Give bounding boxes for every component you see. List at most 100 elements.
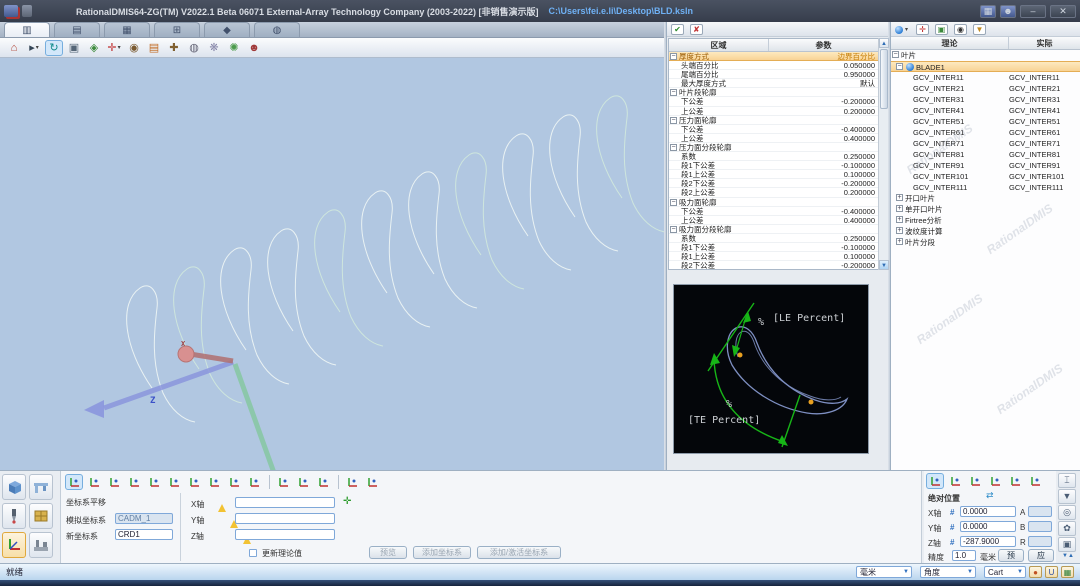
collapse-icon[interactable]: − xyxy=(896,63,903,70)
param-value[interactable]: 0.400000 xyxy=(769,134,878,142)
collapse-icon[interactable]: − xyxy=(670,226,677,233)
axes-icon[interactable]: ✛ xyxy=(916,24,929,35)
sphere-icon[interactable] xyxy=(895,26,903,34)
tree-node-section[interactable]: GCV_INTER31GCV_INTER31 xyxy=(891,94,1080,105)
sim-csys-input[interactable] xyxy=(115,513,173,524)
csys-tool-5[interactable] xyxy=(145,474,163,490)
cube-icon[interactable] xyxy=(2,474,26,500)
param-row[interactable]: 系数0.250000 xyxy=(669,234,878,243)
3d-viewport[interactable]: Z Y X xyxy=(0,58,664,470)
caliper-icon[interactable]: ⌶ xyxy=(1058,473,1076,488)
param-row[interactable]: −压力面分段轮廓 xyxy=(669,143,878,152)
unit-dropdown[interactable]: 毫米▼ xyxy=(856,566,912,578)
tree-node-section[interactable]: GCV_INTER111GCV_INTER111 xyxy=(891,182,1080,193)
probe-icon[interactable]: ▼ xyxy=(1058,489,1076,504)
eye-icon[interactable]: ◉ xyxy=(125,40,143,56)
preview-button[interactable]: 预览 xyxy=(369,546,407,559)
coordinate-mode-dropdown[interactable]: Cart▼ xyxy=(984,566,1026,578)
palette-icon[interactable]: ▤ xyxy=(145,40,163,56)
param-row[interactable]: −吸力面分段轮廓 xyxy=(669,225,878,234)
tab-document[interactable]: ▤ xyxy=(54,22,100,37)
param-value[interactable]: -0.200000 xyxy=(769,179,878,187)
param-value[interactable]: 0.100000 xyxy=(769,170,878,178)
pos-b-input[interactable] xyxy=(1028,521,1052,532)
grid-icon[interactable]: # xyxy=(950,538,954,547)
scroll-down-button[interactable]: ▼ xyxy=(879,260,889,270)
column-theory[interactable]: 理论 xyxy=(891,37,1009,49)
csys-tool-14[interactable] xyxy=(343,474,361,490)
refresh-icon[interactable]: ↻ xyxy=(45,40,63,56)
tree-node-section[interactable]: GCV_INTER21GCV_INTER21 xyxy=(891,83,1080,94)
param-row[interactable]: 头端百分比0.050000 xyxy=(669,61,878,70)
csys-tool-6[interactable] xyxy=(165,474,183,490)
param-value[interactable] xyxy=(769,225,878,233)
image-icon[interactable]: ▣ xyxy=(935,24,948,35)
cursor-icon[interactable]: ▸▾ xyxy=(25,40,43,56)
csys-tool-7[interactable] xyxy=(185,474,203,490)
collapse-icon[interactable]: + xyxy=(896,205,903,212)
csys-tool-1[interactable] xyxy=(65,474,83,490)
pos-x-input[interactable] xyxy=(960,506,1016,517)
csys-tool-12[interactable] xyxy=(294,474,312,490)
csys-tool-2[interactable] xyxy=(85,474,103,490)
tree-node-section[interactable]: GCV_INTER61GCV_INTER61 xyxy=(891,127,1080,138)
param-value[interactable]: 0.950000 xyxy=(769,70,878,78)
param-row[interactable]: −压力面轮廓 xyxy=(669,116,878,125)
tree-node-section[interactable]: GCV_INTER81GCV_INTER81 xyxy=(891,149,1080,160)
param-row[interactable]: 下公差-0.400000 xyxy=(669,125,878,134)
collapse-icon[interactable]: − xyxy=(892,51,899,58)
camera-icon[interactable]: ◉ xyxy=(954,24,967,35)
export-icon[interactable]: ◈ xyxy=(85,40,103,56)
gear-icon[interactable]: ✿ xyxy=(1058,521,1076,536)
param-value[interactable]: -0.400000 xyxy=(769,125,878,133)
param-value[interactable] xyxy=(769,143,878,151)
probe-icon[interactable] xyxy=(2,503,26,529)
csys-tool-10[interactable] xyxy=(245,474,263,490)
param-row[interactable]: 段2下公差-0.200000 xyxy=(669,261,878,270)
param-row[interactable]: 段1下公差-0.100000 xyxy=(669,161,878,170)
probe-status-icon[interactable]: ● xyxy=(1029,566,1042,578)
zoom-select-icon[interactable]: ▣ xyxy=(65,40,83,56)
column-param[interactable]: 参数 xyxy=(769,39,878,51)
sparkle-icon[interactable]: ✺ xyxy=(225,40,243,56)
param-value[interactable]: 0.400000 xyxy=(769,216,878,224)
tab-table[interactable]: ▦ xyxy=(104,22,150,37)
tree-node-section[interactable]: GCV_INTER51GCV_INTER51 xyxy=(891,116,1080,127)
column-region[interactable]: 区域 xyxy=(669,39,769,51)
app-menu-icon[interactable] xyxy=(22,5,32,17)
param-value[interactable]: 0.250000 xyxy=(769,152,878,160)
scroll-up-button[interactable]: ▲ xyxy=(879,38,889,48)
sync-icon[interactable]: ⇄ xyxy=(986,490,994,501)
pos-z-input[interactable] xyxy=(960,536,1016,547)
tab-graphics[interactable]: ◆ xyxy=(204,22,250,37)
tree-root-blade-group[interactable]: −叶片 xyxy=(891,50,1080,61)
home-tool-icon[interactable] xyxy=(1026,473,1044,489)
magnifier-icon[interactable]: ◎ xyxy=(1058,505,1076,520)
param-row[interactable]: 段2下公差-0.200000 xyxy=(669,179,878,188)
user-block-icon[interactable]: ☻ xyxy=(245,40,263,56)
csys-tool-4[interactable] xyxy=(125,474,143,490)
param-row[interactable]: 段1下公差-0.100000 xyxy=(669,243,878,252)
param-row[interactable]: 最大厚度方式默认 xyxy=(669,79,878,88)
param-value[interactable]: 0.250000 xyxy=(769,234,878,242)
tab-machine[interactable]: ▥ xyxy=(4,22,50,37)
mesh-icon[interactable]: ❋ xyxy=(205,40,223,56)
units-status-icon[interactable]: U xyxy=(1045,566,1058,578)
param-value[interactable]: 0.050000 xyxy=(769,61,878,69)
collapse-icon[interactable]: − xyxy=(670,199,677,206)
param-value[interactable]: 0.200000 xyxy=(769,188,878,196)
param-row[interactable]: 上公差0.200000 xyxy=(669,107,878,116)
block-icon[interactable] xyxy=(29,503,53,529)
tab-network[interactable]: ◍ xyxy=(254,22,300,37)
param-row[interactable]: 上公差0.400000 xyxy=(669,134,878,143)
collapse-icon[interactable]: + xyxy=(896,238,903,245)
sensor-icon[interactable]: ▣ xyxy=(1058,537,1076,552)
pos-a-input[interactable] xyxy=(1028,506,1052,517)
csys-tool-9[interactable] xyxy=(225,474,243,490)
param-value[interactable]: 边界百分比 xyxy=(769,52,878,60)
tree-node-analysis[interactable]: +单开口叶片 xyxy=(891,204,1080,215)
angle-dropdown[interactable]: 角度▼ xyxy=(920,566,976,578)
param-value[interactable]: -0.400000 xyxy=(769,207,878,215)
machine-icon[interactable] xyxy=(29,532,53,558)
z-offset-input[interactable] xyxy=(235,529,335,540)
